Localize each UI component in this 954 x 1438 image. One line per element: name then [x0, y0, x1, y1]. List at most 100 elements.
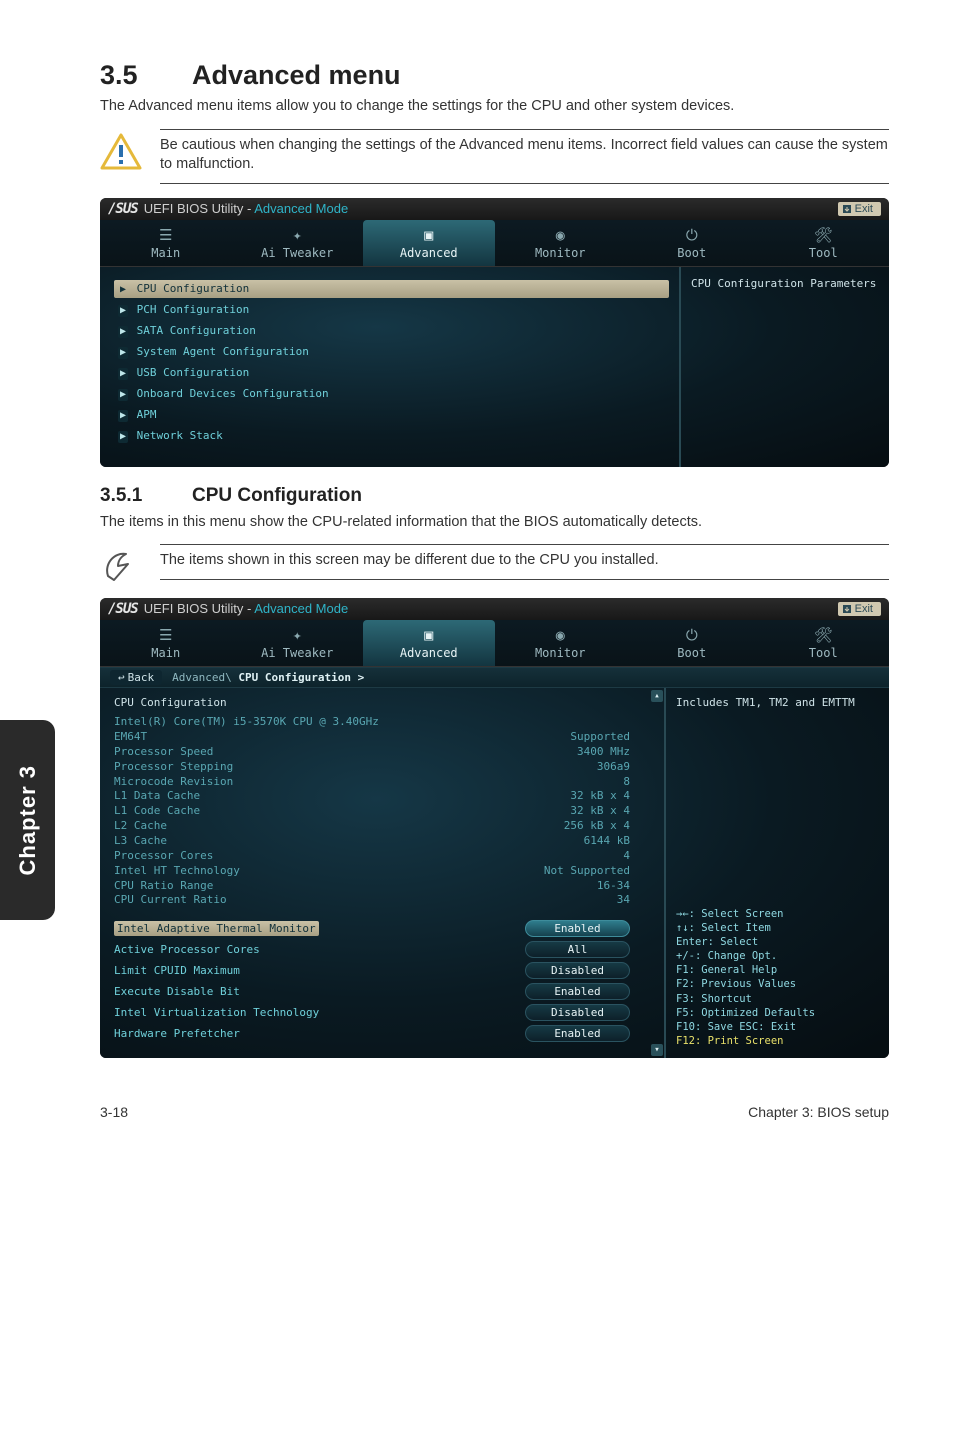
- bios-title-mode: Advanced Mode: [254, 601, 348, 616]
- arrow-left-icon: ↩: [118, 671, 125, 684]
- chip-icon: ▣: [363, 626, 495, 644]
- tab-main[interactable]: ☰Main: [100, 220, 232, 266]
- key-hint: +/-: Change Opt.: [676, 949, 879, 963]
- tab-label: Main: [151, 646, 180, 660]
- info-row: CPU Current Ratio34: [114, 893, 630, 908]
- menu-item-onboard-devices-configuration[interactable]: ▶ Onboard Devices Configuration: [114, 385, 669, 403]
- bios-screenshot-cpu-configuration: /SUS UEFI BIOS Utility - Advanced Mode E…: [100, 598, 889, 1058]
- tab-label: Advanced: [400, 246, 458, 260]
- bios-tabs: ☰Main ✦Ai Tweaker ▣ Advanced ◉Monitor ⏻Bo…: [100, 620, 889, 667]
- tab-ai-tweaker[interactable]: ✦Ai Tweaker: [232, 620, 364, 666]
- tab-tool[interactable]: 🛠Tool: [758, 620, 890, 666]
- option-value[interactable]: Enabled: [525, 983, 630, 1000]
- menu-item-system-agent-configuration[interactable]: ▶ System Agent Configuration: [114, 343, 669, 361]
- bios-title-text: UEFI BIOS Utility - Advanced Mode: [144, 601, 348, 616]
- section-intro: The Advanced menu items allow you to cha…: [100, 97, 889, 117]
- subsection-heading: 3.5.1CPU Configuration: [100, 485, 889, 507]
- exit-button[interactable]: Exit: [838, 602, 881, 616]
- option-label: Execute Disable Bit: [114, 985, 240, 998]
- tab-boot[interactable]: ⏻Boot: [626, 620, 758, 666]
- section-heading: 3.5Advanced menu: [100, 60, 889, 91]
- option-label: Hardware Prefetcher: [114, 1027, 240, 1040]
- tab-label: Boot: [677, 646, 706, 660]
- exit-label: Exit: [855, 203, 873, 215]
- brand-logo: /SUS: [108, 601, 138, 617]
- info-row: L1 Code Cache32 kB x 4: [114, 804, 630, 819]
- info-row: Intel HT TechnologyNot Supported: [114, 864, 630, 879]
- menu-label: CPU Configuration: [137, 282, 250, 295]
- note-callout: The items shown in this screen may be di…: [100, 544, 889, 584]
- panel-heading: CPU Configuration: [114, 696, 630, 709]
- option-execute-disable[interactable]: Execute Disable Bit Enabled: [114, 983, 630, 1000]
- exit-button[interactable]: Exit: [838, 202, 881, 216]
- page-footer: 3-18 Chapter 3: BIOS setup: [100, 1104, 889, 1120]
- option-limit-cpuid[interactable]: Limit CPUID Maximum Disabled: [114, 962, 630, 979]
- page-number: 3-18: [100, 1104, 128, 1120]
- warning-icon: [100, 133, 142, 171]
- option-active-cores[interactable]: Active Processor Cores All: [114, 941, 630, 958]
- menu-item-usb-configuration[interactable]: ▶ USB Configuration: [114, 364, 669, 382]
- scroll-down-icon[interactable]: ▾: [651, 1044, 663, 1056]
- key-hint: F2: Previous Values: [676, 977, 879, 991]
- tab-monitor[interactable]: ◉Monitor: [495, 220, 627, 266]
- scroll-up-icon[interactable]: ▴: [651, 690, 663, 702]
- menu-label: USB Configuration: [137, 366, 250, 379]
- power-icon: ⏻: [626, 226, 758, 244]
- option-label: Intel Adaptive Thermal Monitor: [114, 921, 319, 936]
- menu-item-pch-configuration[interactable]: ▶ PCH Configuration: [114, 301, 669, 319]
- option-value[interactable]: All: [525, 941, 630, 958]
- menu-label: PCH Configuration: [137, 303, 250, 316]
- key-legend: →←: Select Screen ↑↓: Select Item Enter:…: [676, 907, 879, 1049]
- option-value[interactable]: Enabled: [525, 1025, 630, 1042]
- option-value[interactable]: Disabled: [525, 1004, 630, 1021]
- tab-monitor[interactable]: ◉Monitor: [495, 620, 627, 666]
- chip-icon: ▣: [363, 226, 495, 244]
- back-button[interactable]: ↩ Back: [110, 670, 162, 685]
- menu-item-network-stack[interactable]: ▶ Network Stack: [114, 427, 669, 445]
- menu-item-sata-configuration[interactable]: ▶ SATA Configuration: [114, 322, 669, 340]
- key-hint: Enter: Select: [676, 935, 879, 949]
- option-hw-prefetcher[interactable]: Hardware Prefetcher Enabled: [114, 1025, 630, 1042]
- tab-main[interactable]: ☰Main: [100, 620, 232, 666]
- chevron-right-icon: ▶: [118, 326, 128, 338]
- tab-label: Monitor: [535, 246, 586, 260]
- note-icon: [100, 546, 142, 584]
- key-hint: F10: Save ESC: Exit: [676, 1020, 879, 1034]
- bios-menu-list: ▶ CPU Configuration ▶ PCH Configuration …: [100, 267, 679, 467]
- option-value[interactable]: Enabled: [525, 920, 630, 937]
- info-row: Processor Speed3400 MHz: [114, 745, 630, 760]
- tab-label: Advanced: [400, 646, 458, 660]
- option-thermal-monitor[interactable]: Intel Adaptive Thermal Monitor Enabled: [114, 920, 630, 937]
- option-value[interactable]: Disabled: [525, 962, 630, 979]
- tab-ai-tweaker[interactable]: ✦Ai Tweaker: [232, 220, 364, 266]
- info-row: Processor Cores4: [114, 849, 630, 864]
- section-number: 3.5: [100, 60, 192, 91]
- footer-chapter: Chapter 3: BIOS setup: [748, 1104, 889, 1120]
- tab-advanced[interactable]: ▣ Advanced: [363, 220, 495, 266]
- help-text: Includes TM1, TM2 and EMTTM: [676, 696, 879, 709]
- menu-item-apm[interactable]: ▶ APM: [114, 406, 669, 424]
- menu-label: APM: [137, 408, 157, 421]
- option-vt[interactable]: Intel Virtualization Technology Disabled: [114, 1004, 630, 1021]
- chevron-right-icon: ▶: [118, 410, 128, 422]
- tab-advanced[interactable]: ▣ Advanced: [363, 620, 495, 666]
- option-label: Active Processor Cores: [114, 943, 260, 956]
- tab-boot[interactable]: ⏻Boot: [626, 220, 758, 266]
- chevron-right-icon: ▶: [118, 431, 128, 443]
- bios-title-text: UEFI BIOS Utility - Advanced Mode: [144, 201, 348, 216]
- tab-tool[interactable]: 🛠Tool: [758, 220, 890, 266]
- menu-item-cpu-configuration[interactable]: ▶ CPU Configuration: [114, 280, 669, 298]
- brand-logo: /SUS: [108, 201, 138, 217]
- bios-titlebar: /SUS UEFI BIOS Utility - Advanced Mode E…: [100, 198, 889, 220]
- chevron-right-icon: ▶: [118, 389, 128, 401]
- monitor-icon: ◉: [495, 626, 627, 644]
- caution-text: Be cautious when changing the settings o…: [160, 130, 889, 183]
- bios-help-panel: Includes TM1, TM2 and EMTTM →←: Select S…: [664, 688, 889, 1058]
- divider: [160, 183, 889, 184]
- scrollbar[interactable]: ▴ ▾: [650, 688, 664, 1058]
- exit-label: Exit: [855, 603, 873, 615]
- exit-icon: [842, 604, 852, 614]
- breadcrumb: Advanced\ CPU Configuration >: [172, 671, 364, 684]
- help-text: CPU Configuration Parameters: [691, 277, 879, 290]
- caution-callout: Be cautious when changing the settings o…: [100, 129, 889, 184]
